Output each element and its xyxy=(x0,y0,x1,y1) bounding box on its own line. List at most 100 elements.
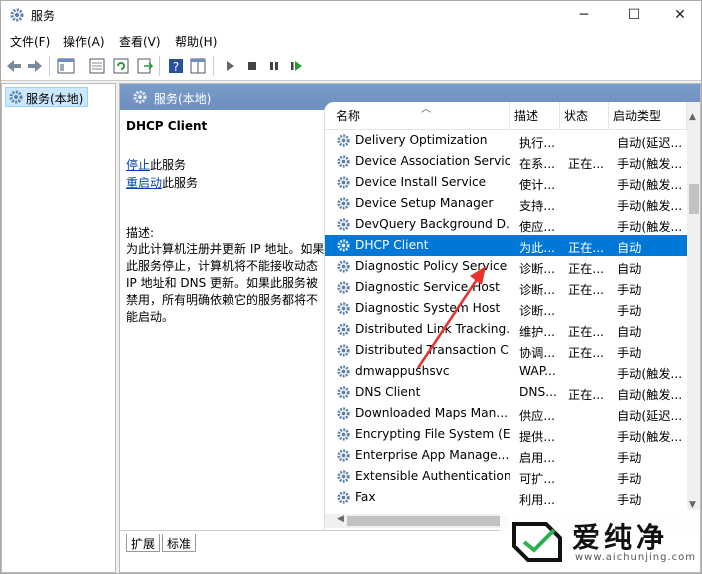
scroll-down-icon[interactable]: ▼ xyxy=(689,500,696,510)
service-row[interactable]: Distributed Transaction C... 协调... 正在... 手动 xyxy=(325,340,687,361)
description-label: 描述: xyxy=(126,226,155,240)
service-row[interactable]: Device Install Service 使计... 手动(触发... xyxy=(325,172,687,193)
column-startup-type[interactable]: 启动类型 xyxy=(609,102,687,130)
service-detail-pane: DHCP Client 停止此服务 重启动此服务 描述: 为此计算机注册并更新 … xyxy=(120,110,328,530)
scroll-up-icon[interactable]: ▲ xyxy=(689,112,696,122)
window-title: 服务 xyxy=(31,9,56,23)
menu-file[interactable]: 文件(F) xyxy=(10,33,50,50)
gear-icon xyxy=(337,302,350,315)
export-icon[interactable] xyxy=(136,57,154,75)
service-row[interactable]: Encrypting File System (E... 提供... 手动(触发..… xyxy=(325,424,687,445)
service-row[interactable]: Diagnostic System Host 诊断... 手动 xyxy=(325,298,687,319)
watermark-text: 爱纯净 xyxy=(572,521,669,554)
service-startup-type: 手动(触发... xyxy=(617,430,683,444)
service-description: 启用... xyxy=(519,451,555,465)
scroll-thumb[interactable] xyxy=(689,184,699,214)
gear-icon xyxy=(337,281,350,294)
service-name: Delivery Optimization xyxy=(355,133,488,147)
gear-icon xyxy=(337,407,350,420)
gear-icon xyxy=(337,386,350,399)
column-description[interactable]: 描述 xyxy=(510,102,560,130)
gear-icon xyxy=(133,90,147,104)
description-text: 为此计算机注册并更新 IP 地址。如果此服务停止，计算机将不能接收动态 IP 地… xyxy=(126,242,325,324)
vertical-scrollbar[interactable]: ▲ ▼ xyxy=(687,102,700,514)
tab-standard[interactable]: 标准 xyxy=(162,534,197,552)
service-description: 供应... xyxy=(519,409,555,423)
restart-service-link[interactable]: 重启动 xyxy=(126,176,162,190)
service-startup-type: 手动(触发... xyxy=(617,178,683,192)
service-row[interactable]: DevQuery Background D... 使应... 手动(触发... xyxy=(325,214,687,235)
service-name: Distributed Transaction C... xyxy=(355,343,510,357)
restart-service-icon[interactable] xyxy=(288,57,306,75)
properties-icon[interactable] xyxy=(88,57,106,75)
service-row[interactable]: Diagnostic Policy Service 诊断... 正在... 自动 xyxy=(325,256,687,277)
service-row[interactable]: Extensible Authentication... 可扩... 手动 xyxy=(325,466,687,487)
service-row[interactable]: Device Setup Manager 支持... 手动(触发... xyxy=(325,193,687,214)
maximize-button[interactable]: ☐ xyxy=(611,1,657,29)
menu-view[interactable]: 查看(V) xyxy=(119,33,161,50)
close-button[interactable]: ✕ xyxy=(657,1,702,29)
service-startup-type: 自动(延迟... xyxy=(617,136,683,150)
menu-action[interactable]: 操作(A) xyxy=(63,33,105,50)
service-description: 使应... xyxy=(519,220,555,234)
service-name: Encrypting File System (E... xyxy=(355,427,510,441)
service-startup-type: 自动(延迟... xyxy=(617,409,683,423)
start-service-icon[interactable] xyxy=(221,57,239,75)
service-startup-type: 手动 xyxy=(617,493,642,507)
service-startup-type: 手动 xyxy=(617,346,642,360)
services-window: 服务 ─ ☐ ✕ 文件(F) 操作(A) 查看(V) 帮助(H) ? 服务(本地… xyxy=(0,0,702,574)
service-name: Device Install Service xyxy=(355,175,487,189)
gear-icon xyxy=(337,134,350,147)
selected-service-name: DHCP Client xyxy=(126,119,208,133)
gear-icon xyxy=(337,470,350,483)
tree-item-services-local[interactable]: 服务(本地) xyxy=(5,87,89,107)
service-row[interactable]: Fax 利用... 手动 xyxy=(325,487,687,508)
service-row[interactable]: Downloaded Maps Man... 供应... 自动(延迟... xyxy=(325,403,687,424)
forward-arrow-icon[interactable] xyxy=(26,57,44,75)
restart-line: 重启动此服务 xyxy=(126,174,198,191)
service-row[interactable]: Diagnostic Service Host 诊断... 正在... 手动 xyxy=(325,277,687,298)
back-arrow-icon[interactable] xyxy=(5,57,23,75)
gear-icon xyxy=(337,365,350,378)
service-row[interactable]: Enterprise App Manage... 启用... 手动 xyxy=(325,445,687,466)
service-status: 正在... xyxy=(568,346,604,360)
show-hide-icon[interactable] xyxy=(189,57,207,75)
service-row[interactable]: Distributed Link Tracking... 维护... 正在... 自动 xyxy=(325,319,687,340)
service-startup-type: 手动(触发... xyxy=(617,220,683,234)
service-row[interactable]: dmwappushsvc WAP... 手动(触发... xyxy=(325,361,687,382)
hscroll-thumb[interactable] xyxy=(347,516,507,526)
service-description: 诊断... xyxy=(519,304,555,318)
console-tree-icon[interactable] xyxy=(57,57,75,75)
service-description: 利用... xyxy=(519,493,555,507)
menu-help[interactable]: 帮助(H) xyxy=(175,33,217,50)
service-startup-type: 手动 xyxy=(617,472,642,486)
service-status: 正在... xyxy=(568,388,604,402)
service-row[interactable]: Device Association Service 在系... 正在... 手动(触… xyxy=(325,151,687,172)
stop-service-link[interactable]: 停止 xyxy=(126,158,150,172)
service-status: 正在... xyxy=(568,262,604,276)
service-name: Diagnostic Service Host xyxy=(355,280,500,294)
service-row[interactable]: DHCP Client 为此... 正在... 自动 xyxy=(325,235,687,256)
service-row[interactable]: DNS Client DNS... 正在... 自动(触发... xyxy=(325,382,687,403)
refresh-icon[interactable] xyxy=(112,57,130,75)
service-status: 正在... xyxy=(568,157,604,171)
stop-service-icon[interactable] xyxy=(243,57,261,75)
column-status[interactable]: 状态 xyxy=(560,102,609,130)
service-name: Device Setup Manager xyxy=(355,196,494,210)
gear-icon xyxy=(337,155,350,168)
service-description: WAP... xyxy=(519,364,556,378)
scroll-left-icon[interactable]: ◀ xyxy=(337,514,344,524)
service-row[interactable]: Delivery Optimization 执行... 自动(延迟... xyxy=(325,130,687,151)
gear-icon xyxy=(337,239,350,252)
gear-icon xyxy=(337,449,350,462)
gear-icon xyxy=(10,8,24,22)
tab-extended[interactable]: 扩展 xyxy=(126,534,161,552)
column-name[interactable]: 名称 xyxy=(325,102,510,130)
minimize-button[interactable]: ─ xyxy=(561,1,607,29)
gear-icon xyxy=(9,90,23,104)
gear-icon xyxy=(337,428,350,441)
pause-service-icon[interactable] xyxy=(265,57,283,75)
service-name: DevQuery Background D... xyxy=(355,217,510,231)
help-icon[interactable]: ? xyxy=(167,57,185,75)
gear-icon xyxy=(337,176,350,189)
